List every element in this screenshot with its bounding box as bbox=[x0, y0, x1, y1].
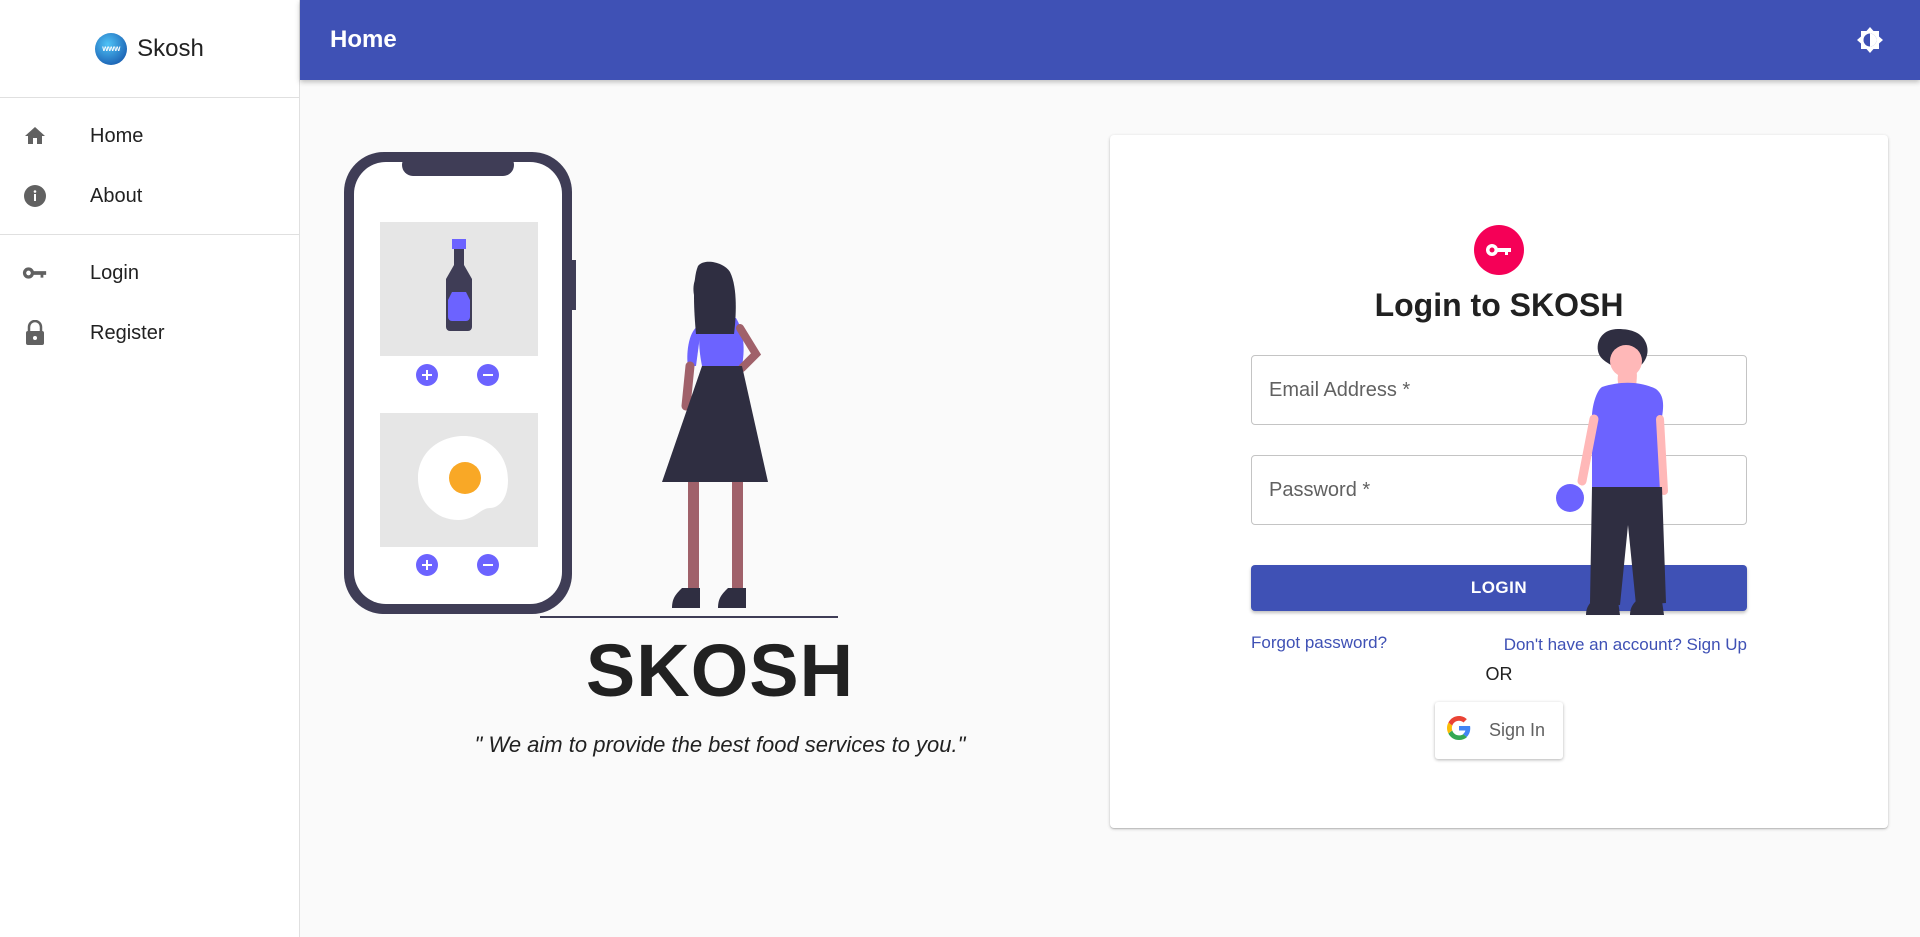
page-title: Home bbox=[330, 26, 397, 53]
sidebar-item-label: Home bbox=[90, 124, 144, 147]
home-icon bbox=[22, 123, 48, 149]
nav-group-main: Home About bbox=[0, 98, 299, 235]
sidebar-item-label: Register bbox=[90, 321, 165, 344]
app-bar: Home bbox=[300, 0, 1920, 80]
sidebar-item-login[interactable]: Login bbox=[0, 243, 299, 303]
lock-icon bbox=[22, 320, 48, 346]
sidebar-item-home[interactable]: Home bbox=[0, 106, 299, 166]
sidebar-item-register[interactable]: Register bbox=[0, 303, 299, 363]
or-divider: OR bbox=[1485, 664, 1513, 684]
forgot-password-link[interactable]: Forgot password? bbox=[1251, 633, 1387, 653]
brand-name: Skosh bbox=[137, 34, 204, 62]
google-sign-in-label: Sign In bbox=[1489, 720, 1546, 740]
food-app-illustration bbox=[340, 148, 840, 626]
key-icon bbox=[22, 260, 48, 286]
sidebar-item-label: Login bbox=[90, 261, 139, 284]
hero-title: SKOSH bbox=[585, 629, 855, 712]
sidebar: www Skosh Home About Login Register bbox=[0, 0, 300, 937]
sign-up-link[interactable]: Don't have an account? Sign Up bbox=[1504, 635, 1747, 655]
email-field[interactable]: Email Address * bbox=[1251, 355, 1747, 425]
password-field[interactable]: Password * bbox=[1251, 455, 1747, 525]
login-button[interactable]: LOGIN bbox=[1251, 565, 1747, 611]
key-icon bbox=[1474, 225, 1524, 275]
nav-group-auth: Login Register bbox=[0, 235, 299, 371]
google-sign-in-button[interactable]: Sign In bbox=[1435, 702, 1563, 759]
hero-tagline: " We aim to provide the best food servic… bbox=[474, 732, 966, 757]
email-field-label: Email Address * bbox=[1269, 378, 1411, 401]
password-field-label: Password * bbox=[1269, 478, 1371, 501]
login-card: Login to SKOSH Email Address * Password … bbox=[1110, 135, 1888, 828]
google-logo-icon bbox=[1447, 716, 1471, 745]
login-title: Login to SKOSH bbox=[1374, 287, 1624, 323]
sidebar-item-label: About bbox=[90, 184, 143, 207]
www-globe-icon: www bbox=[95, 32, 128, 65]
info-icon bbox=[22, 183, 48, 209]
brand[interactable]: www Skosh bbox=[0, 0, 299, 98]
sidebar-item-about[interactable]: About bbox=[0, 166, 299, 226]
brightness-icon[interactable] bbox=[1850, 20, 1890, 60]
